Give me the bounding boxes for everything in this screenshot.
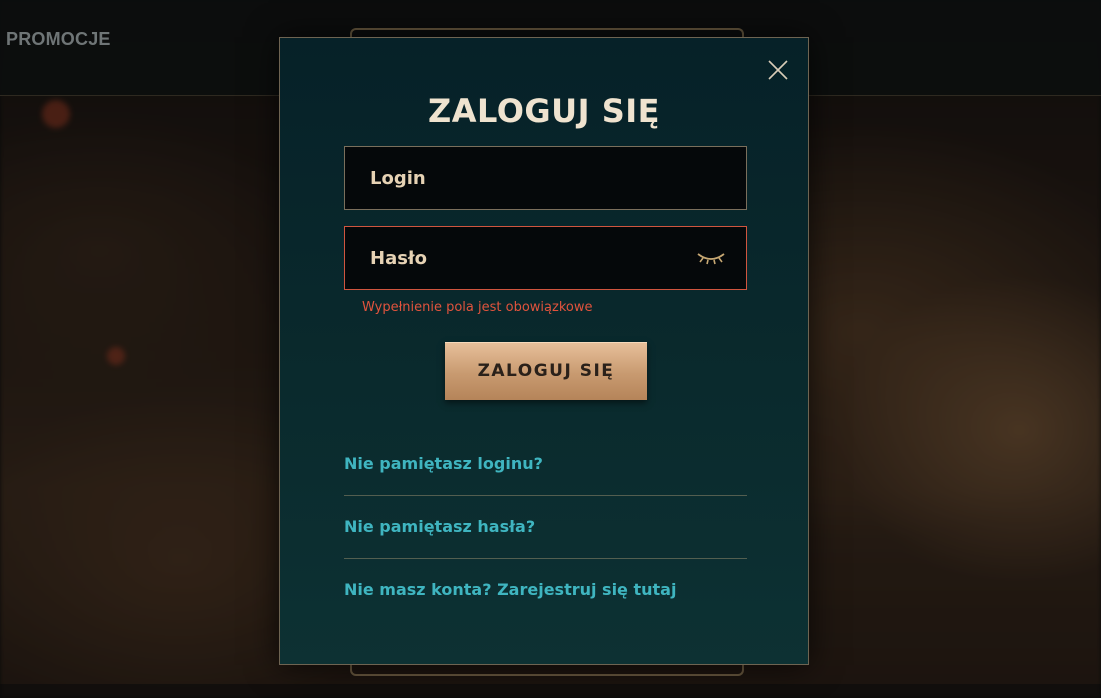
- register-link[interactable]: Nie masz konta? Zarejestruj się tutaj: [344, 580, 676, 599]
- password-input[interactable]: [345, 227, 746, 289]
- password-field: [344, 226, 747, 290]
- list-item: Nie pamiętasz loginu?: [344, 433, 747, 496]
- close-button[interactable]: [766, 58, 790, 82]
- login-submit-button[interactable]: ZALOGUJ SIĘ: [445, 342, 647, 400]
- close-icon: [768, 60, 788, 80]
- list-item: Nie masz konta? Zarejestruj się tutaj: [344, 559, 747, 622]
- login-field: [344, 146, 747, 210]
- list-item: Nie pamiętasz hasła?: [344, 496, 747, 559]
- modal-title: ZALOGUJ SIĘ: [427, 92, 661, 130]
- eye-closed-icon[interactable]: [696, 250, 726, 266]
- bottom-bar: [0, 684, 1101, 698]
- forgot-login-link[interactable]: Nie pamiętasz loginu?: [344, 454, 543, 473]
- password-error-message: Wypełnienie pola jest obowiązkowe: [362, 300, 593, 315]
- login-input[interactable]: [345, 147, 746, 209]
- nav-item-promotions[interactable]: PROMOCJE: [6, 29, 111, 50]
- help-links: Nie pamiętasz loginu? Nie pamiętasz hasł…: [344, 433, 747, 622]
- login-modal: ZALOGUJ SIĘ Wypełnienie pola jest obowią…: [279, 37, 809, 665]
- forgot-password-link[interactable]: Nie pamiętasz hasła?: [344, 517, 535, 536]
